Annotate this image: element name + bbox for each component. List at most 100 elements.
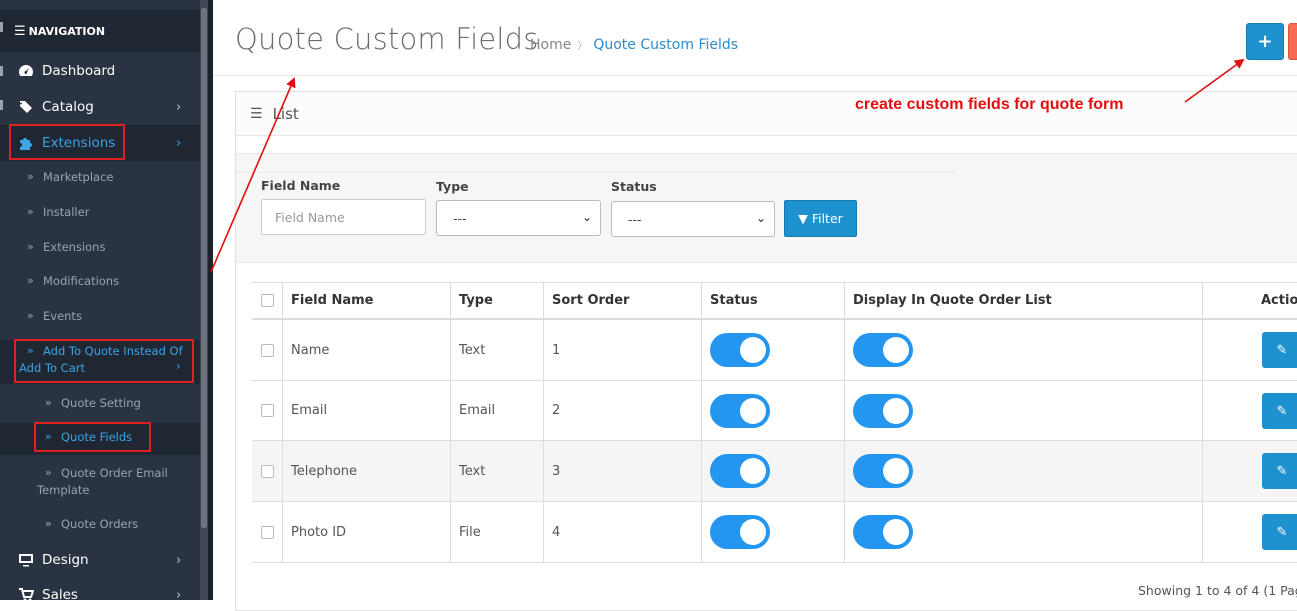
sidebar-item-label: Design <box>42 552 89 568</box>
header-divider <box>213 75 1297 76</box>
double-chevron-icon: » <box>45 396 52 409</box>
col-display-in-list[interactable]: Display In Quote Order List <box>845 283 1203 318</box>
status-toggle[interactable] <box>710 454 770 488</box>
list-panel: ☰ List Field Name Field Name Type --- ⌄ … <box>235 91 1297 611</box>
row-checkbox[interactable] <box>260 525 274 539</box>
cell-field-name: Telephone <box>283 441 451 501</box>
sidebar-subitem-quote-order-email[interactable]: » Quote Order Email Template <box>0 466 200 500</box>
edit-button[interactable]: ✎ <box>1262 332 1297 368</box>
dashboard-icon <box>19 65 33 76</box>
pagination-text: Showing 1 to 4 of 4 (1 Pages) <box>1138 583 1297 598</box>
col-action: Action <box>1261 293 1297 308</box>
cell-type: Email <box>451 381 544 440</box>
add-new-button[interactable]: + <box>1246 23 1284 60</box>
sidebar-item-dashboard[interactable]: Dashboard <box>0 53 200 89</box>
sidebar-item-label: Sales <box>42 587 78 600</box>
toggle-knob <box>740 519 766 545</box>
sidebar: ☰ NAVIGATION Dashboard Catalog › Extensi… <box>0 0 200 600</box>
type-select[interactable]: --- ⌄ <box>436 200 601 236</box>
sidebar-subitem-label: Events <box>43 309 82 323</box>
sidebar-subitem-installer[interactable]: » Installer <box>0 205 200 221</box>
sidebar-item-design[interactable]: Design › <box>0 542 200 578</box>
filter-button[interactable]: ▼ Filter <box>784 200 857 237</box>
sidebar-subitem-label: Add To Quote Instead Of <box>43 344 183 358</box>
breadcrumb: Home 〉 Quote Custom Fields <box>530 37 738 53</box>
sidebar-item-label: Catalog <box>42 99 94 115</box>
col-field-name[interactable]: Field Name <box>283 283 451 318</box>
toggle-knob <box>883 337 909 363</box>
sidebar-subitem-events[interactable]: » Events <box>0 309 200 325</box>
edit-button[interactable]: ✎ <box>1262 453 1297 489</box>
sidebar-subitem-add-to-quote[interactable]: » Add To Quote Instead Of Add To Cart › <box>0 340 200 384</box>
nav-heading-label: NAVIGATION <box>28 24 106 38</box>
sidebar-subitem-marketplace[interactable]: » Marketplace <box>0 170 200 186</box>
sidebar-item-sales[interactable]: Sales › <box>0 577 200 600</box>
sidebar-item-extensions[interactable]: Extensions › <box>0 125 200 161</box>
edit-button[interactable]: ✎ <box>1262 514 1297 550</box>
puzzle-icon <box>20 138 32 150</box>
display-toggle[interactable] <box>853 515 913 549</box>
sidebar-subitem-label: Extensions <box>43 240 106 254</box>
table-row: Telephone Text 3 ✎ <box>252 441 1297 502</box>
col-status[interactable]: Status <box>702 283 845 318</box>
sidebar-subitem-extensions[interactable]: » Extensions <box>0 240 200 256</box>
sidebar-subitem-label-cont: Template <box>37 483 90 497</box>
display-toggle[interactable] <box>853 454 913 488</box>
type-label: Type <box>436 179 469 194</box>
breadcrumb-home[interactable]: Home <box>530 37 571 53</box>
sidebar-subitem-quote-fields[interactable]: » Quote Fields <box>0 423 200 455</box>
double-chevron-icon: » <box>27 240 34 253</box>
sidebar-item-label: Extensions <box>42 135 116 151</box>
row-checkbox[interactable] <box>260 404 274 417</box>
pencil-icon: ✎ <box>1276 463 1288 479</box>
field-name-input[interactable]: Field Name <box>261 199 426 235</box>
status-toggle[interactable] <box>710 515 770 549</box>
sidebar-item-catalog[interactable]: Catalog › <box>0 89 200 125</box>
cell-sort-order: 1 <box>544 320 702 380</box>
toggle-knob <box>740 337 766 363</box>
sidebar-subitem-label: Installer <box>43 205 90 219</box>
pencil-icon: ✎ <box>1276 403 1288 419</box>
field-name-label: Field Name <box>261 178 341 193</box>
cell-sort-order: 4 <box>544 502 702 562</box>
double-chevron-icon: » <box>27 309 34 322</box>
delete-button[interactable] <box>1288 23 1297 60</box>
select-all-checkbox[interactable] <box>260 294 274 307</box>
row-checkbox[interactable] <box>260 464 274 478</box>
plus-icon: + <box>1257 31 1273 52</box>
edit-button[interactable]: ✎ <box>1262 393 1297 429</box>
cell-field-name: Email <box>283 381 451 440</box>
double-chevron-icon: » <box>45 517 52 530</box>
chevron-right-icon: › <box>176 359 181 373</box>
sidebar-subitem-modifications[interactable]: » Modifications <box>0 274 200 290</box>
table-row: Name Text 1 ✎ <box>252 320 1297 381</box>
display-toggle[interactable] <box>853 333 913 367</box>
sidebar-subitem-label-cont: Add To Cart <box>19 361 85 375</box>
row-checkbox[interactable] <box>260 343 274 357</box>
sidebar-subitem-quote-setting[interactable]: » Quote Setting <box>0 396 200 412</box>
toggle-knob <box>740 397 766 424</box>
filter-button-label: Filter <box>811 211 843 226</box>
monitor-icon <box>19 554 33 567</box>
col-type[interactable]: Type <box>451 283 544 318</box>
panel-title: List <box>272 104 299 123</box>
nav-heading: ☰ NAVIGATION <box>0 10 200 52</box>
status-label: Status <box>611 179 657 194</box>
display-toggle[interactable] <box>853 393 913 428</box>
status-toggle[interactable] <box>710 393 770 428</box>
pencil-icon: ✎ <box>1276 524 1288 540</box>
type-select-value: --- <box>453 210 467 226</box>
sidebar-scrollbar-thumb[interactable] <box>201 8 207 528</box>
breadcrumb-current[interactable]: Quote Custom Fields <box>593 37 738 53</box>
table-header-row: Field Name Type Sort Order Status Displa… <box>252 283 1297 320</box>
sidebar-subitem-label: Quote Orders <box>61 517 139 531</box>
cell-sort-order: 2 <box>544 381 702 440</box>
chevron-right-icon: › <box>176 135 182 151</box>
status-select[interactable]: --- ⌄ <box>611 201 775 237</box>
toggle-knob <box>883 397 909 424</box>
double-chevron-icon: » <box>27 205 34 218</box>
sidebar-subitem-quote-orders[interactable]: » Quote Orders <box>0 517 200 533</box>
cell-type: Text <box>451 320 544 380</box>
col-sort-order[interactable]: Sort Order <box>544 283 702 318</box>
status-toggle[interactable] <box>710 333 770 367</box>
